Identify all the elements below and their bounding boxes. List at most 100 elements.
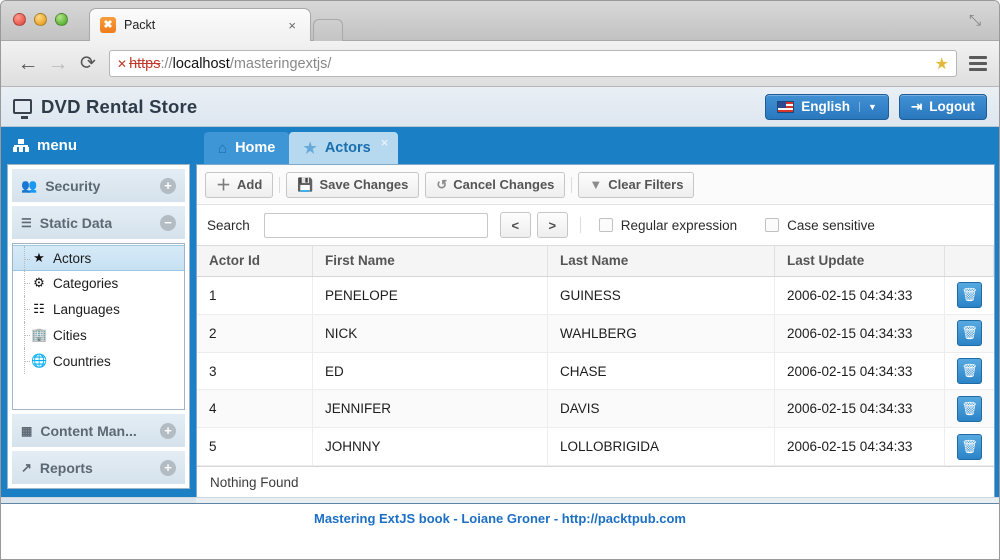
sidebar-item-countries[interactable]: 🌐 Countries bbox=[13, 348, 184, 374]
clear-filters-button[interactable]: ▼ Clear Filters bbox=[578, 171, 695, 198]
sidebar-group-static-data[interactable]: ☰ Static Data − bbox=[12, 206, 185, 239]
regex-checkbox[interactable] bbox=[598, 218, 613, 232]
table-row[interactable]: 2 NICK WAHLBERG 2006-02-15 04:34:33 🗑 bbox=[197, 314, 994, 353]
clear-label: Clear Filters bbox=[608, 177, 684, 192]
tab-home[interactable]: ⌂ Home bbox=[204, 132, 290, 164]
browser-window: ✖ Packt × ⤡ ← → ⟳ ✕ https :// localhost … bbox=[0, 0, 1000, 560]
cell-actor-id: 3 bbox=[197, 352, 313, 390]
grid-toolbar: ＋ Add 💾 Save Changes ↺ Cancel Changes ▼ bbox=[197, 165, 994, 205]
add-button[interactable]: ＋ Add bbox=[205, 171, 274, 198]
maximize-icon[interactable]: ⤡ bbox=[969, 13, 985, 29]
case-sensitive-checkbox[interactable] bbox=[765, 218, 780, 232]
expand-icon[interactable]: + bbox=[160, 459, 176, 476]
sidebar-group-label: Content Man... bbox=[40, 422, 137, 439]
sidebar-group-reports[interactable]: ↗ Reports + bbox=[12, 451, 185, 484]
delete-row-button[interactable]: 🗑 bbox=[957, 395, 982, 422]
search-input[interactable] bbox=[263, 212, 488, 238]
minimize-window-button[interactable] bbox=[34, 13, 47, 26]
column-header-last-name[interactable]: Last Name bbox=[548, 246, 775, 276]
cell-first-name: JENNIFER bbox=[313, 390, 548, 428]
actors-grid: Actor Id First Name Last Name Last Updat… bbox=[197, 246, 994, 498]
zoom-window-button[interactable] bbox=[55, 13, 68, 26]
column-header-actions bbox=[945, 246, 994, 276]
scrollbar-thumb[interactable] bbox=[1, 498, 196, 503]
actors-panel: ＋ Add 💾 Save Changes ↺ Cancel Changes ▼ bbox=[196, 164, 995, 498]
workspace: menu 👥 Security + ☰ Static Data − ★ Acto… bbox=[1, 127, 999, 498]
film-icon: ▦ bbox=[21, 423, 33, 438]
table-row[interactable]: 4 JENNIFER DAVIS 2006-02-15 04:34:33 🗑 bbox=[197, 390, 994, 429]
grid-status-bar: Nothing Found bbox=[197, 466, 994, 498]
cell-first-name: PENELOPE bbox=[313, 276, 548, 314]
database-icon: ☰ bbox=[21, 215, 32, 230]
cell-actions: 🗑 bbox=[945, 277, 994, 314]
cell-last-update: 2006-02-15 04:34:33 bbox=[775, 276, 945, 314]
footer-credit-link[interactable]: Mastering ExtJS book - Loiane Groner - h… bbox=[314, 511, 686, 526]
undo-icon: ↺ bbox=[436, 176, 448, 192]
cell-actions: 🗑 bbox=[945, 315, 994, 352]
cell-actions: 🗑 bbox=[945, 428, 994, 465]
sidebar: menu 👥 Security + ☰ Static Data − ★ Acto… bbox=[1, 127, 196, 497]
cell-actor-id: 2 bbox=[197, 314, 313, 352]
browser-tab-packt[interactable]: ✖ Packt × bbox=[89, 8, 311, 41]
sidebar-item-categories[interactable]: ⚙ Categories bbox=[13, 270, 184, 296]
star-icon: ★ bbox=[33, 250, 45, 265]
delete-row-button[interactable]: 🗑 bbox=[957, 358, 982, 385]
close-tab-icon[interactable]: × bbox=[284, 18, 300, 33]
cell-last-update: 2006-02-15 04:34:33 bbox=[775, 390, 945, 428]
reload-icon[interactable]: ⟳ bbox=[73, 52, 103, 75]
grid-header-row: Actor Id First Name Last Name Last Updat… bbox=[197, 246, 994, 277]
browser-toolbar: ← → ⟳ ✕ https :// localhost /masteringex… bbox=[1, 41, 999, 87]
globe-icon: 🌐 bbox=[31, 353, 48, 368]
language-selector-button[interactable]: English ▼ bbox=[765, 93, 889, 120]
case-sensitive-checkbox-group[interactable]: Case sensitive bbox=[765, 218, 875, 233]
sidebar-item-label: Categories bbox=[53, 275, 119, 291]
column-header-actor-id[interactable]: Actor Id bbox=[197, 246, 313, 276]
sidebar-item-actors[interactable]: ★ Actors bbox=[13, 245, 184, 271]
sidebar-group-security[interactable]: 👥 Security + bbox=[12, 169, 185, 202]
column-header-last-update[interactable]: Last Update bbox=[775, 246, 945, 276]
forward-icon[interactable]: → bbox=[43, 52, 73, 76]
expand-icon[interactable]: + bbox=[160, 422, 176, 439]
bookmark-star-icon[interactable]: ★ bbox=[935, 54, 949, 74]
sidebar-item-label: Countries bbox=[53, 353, 111, 369]
url-path: /masteringextjs/ bbox=[229, 55, 332, 72]
search-bar: Search < > Regular expression Case sensi… bbox=[197, 205, 994, 246]
save-changes-button[interactable]: 💾 Save Changes bbox=[286, 171, 420, 198]
add-label: Add bbox=[237, 177, 263, 192]
close-tab-icon[interactable]: × bbox=[381, 135, 389, 150]
sidebar-item-cities[interactable]: 🏢 Cities bbox=[13, 322, 184, 348]
sidebar-header: menu bbox=[1, 127, 196, 164]
sidebar-header-label: menu bbox=[37, 137, 78, 154]
column-header-first-name[interactable]: First Name bbox=[313, 246, 548, 276]
book-icon: ☷ bbox=[33, 301, 45, 316]
cell-last-name: DAVIS bbox=[548, 390, 775, 428]
search-next-button[interactable]: > bbox=[536, 212, 568, 238]
app-tabbar: ⌂ Home ★ Actors × bbox=[196, 127, 999, 164]
tab-actors[interactable]: ★ Actors × bbox=[289, 132, 399, 164]
packt-favicon: ✖ bbox=[100, 17, 116, 33]
delete-row-button[interactable]: 🗑 bbox=[957, 433, 982, 460]
expand-icon[interactable]: + bbox=[160, 177, 176, 194]
logout-icon: ⇥ bbox=[910, 98, 923, 114]
table-row[interactable]: 3 ED CHASE 2006-02-15 04:34:33 🗑 bbox=[197, 352, 994, 391]
delete-row-button[interactable]: 🗑 bbox=[957, 320, 982, 347]
table-row[interactable]: 1 PENELOPE GUINESS 2006-02-15 04:34:33 🗑 bbox=[197, 276, 994, 315]
logout-button[interactable]: ⇥ Logout bbox=[898, 93, 987, 120]
close-window-button[interactable] bbox=[13, 13, 26, 26]
regex-checkbox-group[interactable]: Regular expression bbox=[598, 218, 737, 233]
sidebar-item-languages[interactable]: ☷ Languages bbox=[13, 296, 184, 322]
delete-row-button[interactable]: 🗑 bbox=[957, 282, 982, 309]
sidebar-group-content-management[interactable]: ▦ Content Man... + bbox=[12, 414, 185, 447]
cell-last-name: LOLLOBRIGIDA bbox=[548, 428, 775, 466]
collapse-icon[interactable]: − bbox=[160, 214, 176, 231]
monitor-icon bbox=[13, 99, 32, 119]
sidebar-item-label: Actors bbox=[53, 250, 92, 266]
back-icon[interactable]: ← bbox=[13, 52, 43, 76]
browser-menu-icon[interactable] bbox=[969, 56, 987, 71]
address-bar[interactable]: ✕ https :// localhost /masteringextjs/ ★ bbox=[109, 50, 957, 77]
cancel-changes-button[interactable]: ↺ Cancel Changes bbox=[425, 171, 566, 198]
new-tab-button[interactable] bbox=[313, 19, 343, 41]
search-prev-button[interactable]: < bbox=[499, 212, 531, 238]
home-icon: ⌂ bbox=[218, 139, 228, 157]
table-row[interactable]: 5 JOHNNY LOLLOBRIGIDA 2006-02-15 04:34:3… bbox=[197, 428, 994, 467]
